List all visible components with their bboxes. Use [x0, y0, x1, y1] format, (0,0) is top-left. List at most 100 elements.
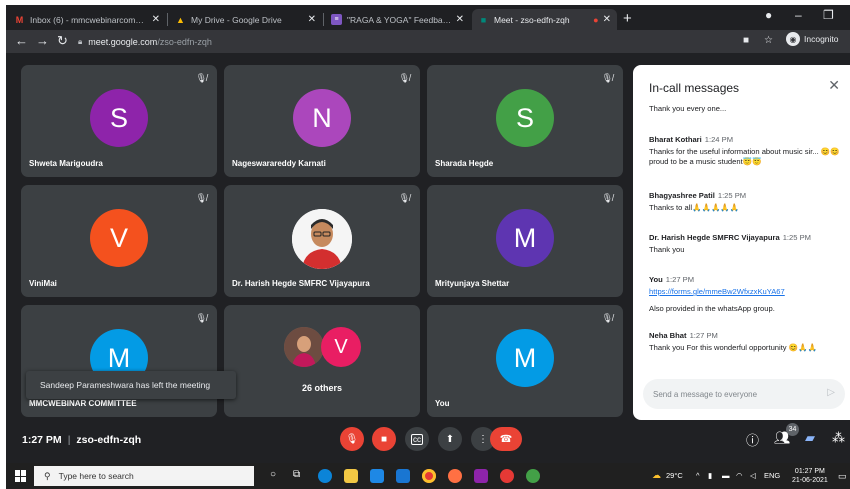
weather-temp[interactable]: 29°C	[666, 471, 683, 480]
mic-off-icon: 🎙︎̸	[398, 73, 410, 83]
info-icon[interactable]: ⓘ	[746, 430, 759, 449]
participant-tile[interactable]: 🎙︎̸ V ViniMai	[21, 185, 217, 297]
self-tile[interactable]: 🎙︎̸ M You	[427, 305, 623, 417]
message-text: Also provided in the whatsApp group.	[649, 304, 775, 313]
participant-tile[interactable]: 🎙︎̸ S Shweta Marigoudra	[21, 65, 217, 177]
file-explorer-icon[interactable]	[344, 469, 358, 483]
incognito-icon: ◉	[786, 32, 800, 46]
close-icon[interactable]: ✕	[828, 77, 840, 94]
people-icon[interactable]: 👥︎	[774, 430, 791, 446]
participant-name: Dr. Harish Hegde SMFRC Vijayapura	[232, 279, 370, 288]
tab-title: Inbox (6) - mmcwebinarcommitt	[30, 14, 148, 25]
form-link[interactable]: https://forms.gle/mmeBw2WfxzxKuYA67	[649, 287, 841, 297]
taskbar-clock[interactable]: 01:27 PM 21-06-2021	[792, 467, 828, 485]
send-icon[interactable]: ▷	[827, 387, 835, 398]
in-call-messages-panel: In-call messages ✕ Thank you every one..…	[633, 65, 850, 420]
participant-tile[interactable]: 🎙︎̸ Dr. Harish Hegde SMFRC Vijayapura	[224, 185, 420, 297]
star-icon[interactable]: ☆	[764, 35, 773, 46]
avatar: V	[321, 327, 361, 367]
profile-dot-icon[interactable]: ●	[765, 8, 772, 22]
present-button[interactable]: ⬆	[438, 427, 462, 451]
notifications-icon[interactable]: ▭	[838, 471, 847, 482]
message-text: Thank you	[649, 245, 685, 254]
close-icon[interactable]: ✕	[152, 14, 160, 25]
restore-icon[interactable]: ❐	[823, 8, 834, 22]
app-icon[interactable]	[500, 469, 514, 483]
wifi-icon[interactable]: ◠	[736, 471, 743, 480]
store-icon[interactable]	[370, 469, 384, 483]
participant-tile[interactable]: 🎙︎̸ M Mrityunjaya Shettar	[427, 185, 623, 297]
participant-name: MMCWEBINAR COMMITTEE	[29, 399, 137, 408]
tab-gmail[interactable]: M Inbox (6) - mmcwebinarcommitt ✕	[8, 9, 166, 30]
tab-google-drive[interactable]: ▲ My Drive - Google Drive ✕	[169, 9, 322, 30]
close-icon[interactable]: ✕	[308, 14, 316, 25]
avatar: S	[90, 89, 148, 147]
close-icon[interactable]: ✕	[456, 14, 464, 25]
chat-icon[interactable]: ▰	[805, 430, 815, 446]
meeting-control-bar: 1:27 PM | zso-edfn-zqh 🎙︎ ■ cc ⬆ ⋮ ☎ ⓘ 34 …	[6, 423, 850, 456]
participant-tile[interactable]: 🎙︎̸ M MMCWEBINAR COMMITTEE	[21, 305, 217, 417]
reload-icon[interactable]: ↻	[57, 33, 68, 49]
activities-icon[interactable]: ⁂	[832, 430, 845, 446]
task-view-icon[interactable]: ⧉	[293, 469, 300, 480]
minimize-icon[interactable]: –	[795, 8, 802, 22]
message-time: 1:25 PM	[717, 191, 747, 200]
mic-off-icon: 🎙︎̸	[195, 73, 207, 83]
visual-studio-icon[interactable]	[474, 469, 488, 483]
others-count: 26 others	[301, 383, 343, 393]
gmail-icon: M	[15, 14, 24, 25]
others-tile[interactable]: V 26 others	[224, 305, 420, 417]
captions-button[interactable]: cc	[405, 427, 429, 451]
incognito-indicator[interactable]: ◉ Incognito	[786, 32, 839, 46]
url-path: /zso-edfn-zqh	[157, 36, 212, 47]
close-icon[interactable]: ✕	[603, 14, 611, 25]
participant-tile[interactable]: 🎙︎̸ S Sharada Hegde	[427, 65, 623, 177]
chat-message-input[interactable]: Send a message to everyone ▷	[643, 379, 845, 409]
profile-photo	[292, 209, 352, 269]
cortana-icon[interactable]: ○	[270, 469, 276, 480]
chevron-up-icon[interactable]: ^	[696, 471, 700, 480]
participant-name: ViniMai	[29, 279, 57, 288]
chrome-icon[interactable]	[422, 469, 436, 483]
message-list[interactable]: Thank you every one... Bharat Kothari 1:2…	[649, 103, 845, 363]
camera-toggle-button[interactable]: ■	[372, 427, 396, 451]
screen: M Inbox (6) - mmcwebinarcommitt ✕ ▲ My D…	[6, 5, 850, 489]
clock-date: 21-06-2021	[792, 477, 828, 484]
back-icon[interactable]: ←	[15, 33, 28, 48]
message-time: 1:27 PM	[689, 331, 718, 340]
panel-title: In-call messages	[649, 81, 740, 95]
language-indicator[interactable]: ENG	[764, 471, 780, 480]
address-bar[interactable]: 🔒︎ meet.google.com /zso-edfn-zqh	[78, 33, 768, 50]
participant-tile[interactable]: 🎙︎̸ N Nageswarareddy Karnati	[224, 65, 420, 177]
forward-icon[interactable]: →	[36, 33, 49, 48]
mail-icon[interactable]	[396, 469, 410, 483]
clock-time: 01:27 PM	[794, 468, 825, 475]
more-vert-icon: ⋮	[478, 433, 488, 445]
chat-message: Dr. Harish Hegde SMFRC Vijayapura 1:25 PM…	[649, 233, 841, 255]
message-sender: You	[649, 275, 663, 284]
leave-call-button[interactable]: ☎	[490, 427, 522, 451]
firefox-icon[interactable]	[448, 469, 462, 483]
edge-icon[interactable]	[318, 469, 332, 483]
chat-input-placeholder: Send a message to everyone	[653, 389, 758, 399]
avatar: N	[293, 89, 351, 147]
meeting-code: zso-edfn-zqh	[76, 434, 142, 446]
camera-icon[interactable]: ■	[743, 35, 749, 46]
app-green-icon[interactable]	[526, 469, 540, 483]
meet-icon: ■	[480, 14, 487, 25]
battery-icon[interactable]: ▮	[708, 471, 712, 480]
windows-start-icon[interactable]	[15, 470, 27, 482]
tab-separator	[323, 13, 324, 26]
network-icon[interactable]: ▬	[722, 471, 730, 480]
mic-off-icon: 🎙︎̸	[601, 193, 613, 203]
tab-meet[interactable]: ■ Meet - zso-edfn-zqh ● ✕	[472, 9, 617, 30]
volume-icon[interactable]: ◁	[750, 471, 756, 480]
recording-dot-icon: ●	[593, 14, 599, 25]
microphone-toggle-button[interactable]: 🎙︎	[340, 427, 364, 451]
tab-feedback-form[interactable]: ≡ "RAGA & YOGA" Feedback Form ✕	[325, 9, 470, 30]
avatar: S	[496, 89, 554, 147]
new-tab-button[interactable]: +	[623, 10, 632, 27]
message-sender: Bharat Kothari	[649, 135, 702, 144]
taskbar-search[interactable]: ⚲ Type here to search	[34, 466, 254, 486]
participant-name: Nageswarareddy Karnati	[232, 159, 326, 168]
